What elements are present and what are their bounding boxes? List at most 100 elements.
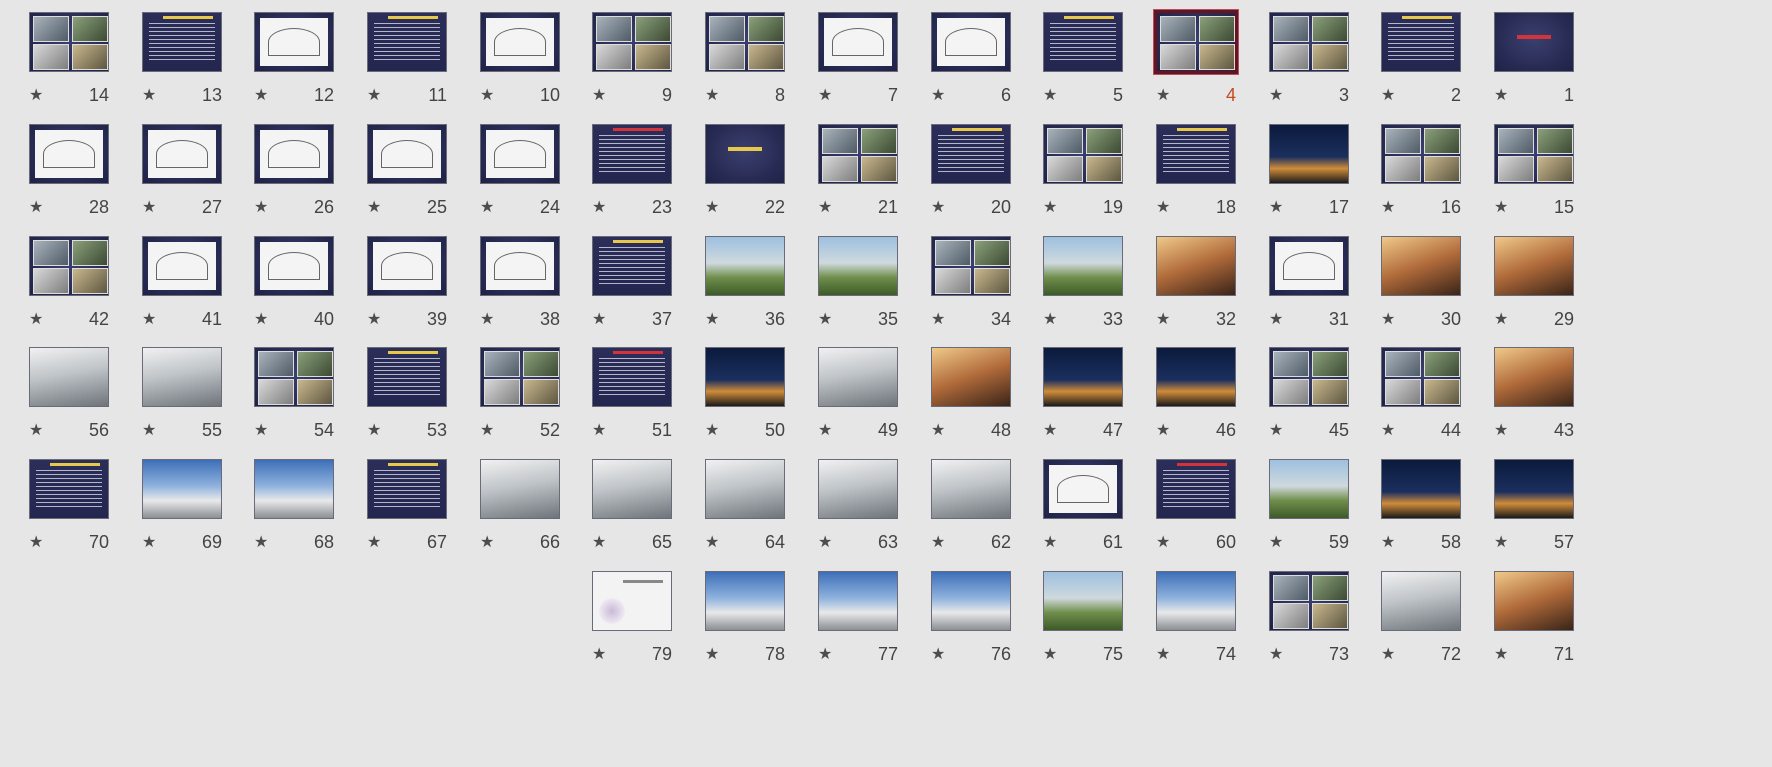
slide-thumbnail[interactable] — [705, 12, 785, 72]
slide-54[interactable]: ★ 54 — [250, 344, 377, 454]
slide-22[interactable]: ★ 22 — [701, 121, 828, 231]
slide-thumbnail[interactable] — [142, 347, 222, 407]
slide-8[interactable]: ★ 8 — [701, 9, 828, 119]
slide-10[interactable]: ★ 10 — [476, 9, 603, 119]
slide-thumbnail[interactable] — [592, 236, 672, 296]
slide-13[interactable]: ★ 13 — [138, 9, 265, 119]
slide-thumbnail[interactable] — [1043, 124, 1123, 184]
slide-thumbnail[interactable] — [254, 347, 334, 407]
slide-30[interactable]: ★ 30 — [1377, 233, 1504, 343]
slide-14[interactable]: ★ 14 — [25, 9, 152, 119]
slide-33[interactable]: ★ 33 — [1039, 233, 1166, 343]
slide-thumbnail[interactable] — [1043, 236, 1123, 296]
slide-79[interactable]: ★ 79 — [588, 568, 715, 678]
slide-thumbnail[interactable] — [367, 236, 447, 296]
slide-41[interactable]: ★ 41 — [138, 233, 265, 343]
slide-thumbnail[interactable] — [931, 459, 1011, 519]
slide-56[interactable]: ★ 56 — [25, 344, 152, 454]
slide-transition-star-icon[interactable]: ★ — [29, 198, 43, 216]
slide-4[interactable]: ★ 4 — [1152, 9, 1279, 119]
slide-thumbnail[interactable] — [705, 124, 785, 184]
slide-9[interactable]: ★ 9 — [588, 9, 715, 119]
slide-67[interactable]: ★ 67 — [363, 456, 490, 566]
slide-26[interactable]: ★ 26 — [250, 121, 377, 231]
slide-thumbnail[interactable] — [1154, 10, 1238, 74]
slide-11[interactable]: ★ 11 — [363, 9, 490, 119]
slide-transition-star-icon[interactable]: ★ — [29, 533, 43, 551]
slide-thumbnail[interactable] — [931, 236, 1011, 296]
slide-44[interactable]: ★ 44 — [1377, 344, 1504, 454]
slide-21[interactable]: ★ 21 — [814, 121, 941, 231]
slide-transition-star-icon[interactable]: ★ — [592, 645, 606, 663]
slide-77[interactable]: ★ 77 — [814, 568, 941, 678]
slide-46[interactable]: ★ 46 — [1152, 344, 1279, 454]
slide-thumbnail[interactable] — [1494, 12, 1574, 72]
slide-60[interactable]: ★ 60 — [1152, 456, 1279, 566]
slide-thumbnail[interactable] — [1381, 459, 1461, 519]
slide-28[interactable]: ★ 28 — [25, 121, 152, 231]
slide-thumbnail[interactable] — [1269, 236, 1349, 296]
slide-47[interactable]: ★ 47 — [1039, 344, 1166, 454]
slide-thumbnail[interactable] — [142, 124, 222, 184]
slide-thumbnail[interactable] — [818, 236, 898, 296]
slide-thumbnail[interactable] — [1043, 459, 1123, 519]
slide-43[interactable]: ★ 43 — [1490, 344, 1617, 454]
slide-thumbnail[interactable] — [1381, 571, 1461, 631]
slide-thumbnail[interactable] — [480, 347, 560, 407]
slide-23[interactable]: ★ 23 — [588, 121, 715, 231]
slide-27[interactable]: ★ 27 — [138, 121, 265, 231]
slide-3[interactable]: ★ 3 — [1265, 9, 1392, 119]
slide-thumbnail[interactable] — [1269, 459, 1349, 519]
slide-2[interactable]: ★ 2 — [1377, 9, 1504, 119]
slide-transition-star-icon[interactable]: ★ — [29, 86, 43, 104]
slide-62[interactable]: ★ 62 — [927, 456, 1054, 566]
slide-20[interactable]: ★ 20 — [927, 121, 1054, 231]
slide-thumbnail[interactable] — [1043, 12, 1123, 72]
slide-39[interactable]: ★ 39 — [363, 233, 490, 343]
slide-75[interactable]: ★ 75 — [1039, 568, 1166, 678]
slide-thumbnail[interactable] — [29, 347, 109, 407]
slide-37[interactable]: ★ 37 — [588, 233, 715, 343]
slide-thumbnail[interactable] — [142, 12, 222, 72]
slide-78[interactable]: ★ 78 — [701, 568, 828, 678]
slide-5[interactable]: ★ 5 — [1039, 9, 1166, 119]
slide-thumbnail[interactable] — [1494, 459, 1574, 519]
slide-66[interactable]: ★ 66 — [476, 456, 603, 566]
slide-36[interactable]: ★ 36 — [701, 233, 828, 343]
slide-thumbnail[interactable] — [480, 124, 560, 184]
slide-34[interactable]: ★ 34 — [927, 233, 1054, 343]
slide-thumbnail[interactable] — [592, 124, 672, 184]
slide-thumbnail[interactable] — [1156, 236, 1236, 296]
slide-thumbnail[interactable] — [931, 347, 1011, 407]
slide-38[interactable]: ★ 38 — [476, 233, 603, 343]
slide-thumbnail[interactable] — [931, 124, 1011, 184]
slide-51[interactable]: ★ 51 — [588, 344, 715, 454]
slide-thumbnail[interactable] — [1156, 124, 1236, 184]
slide-thumbnail[interactable] — [1269, 571, 1349, 631]
slide-thumbnail[interactable] — [29, 124, 109, 184]
slide-69[interactable]: ★ 69 — [138, 456, 265, 566]
slide-thumbnail[interactable] — [705, 236, 785, 296]
slide-7[interactable]: ★ 7 — [814, 9, 941, 119]
slide-thumbnail[interactable] — [1381, 236, 1461, 296]
slide-76[interactable]: ★ 76 — [927, 568, 1054, 678]
slide-74[interactable]: ★ 74 — [1152, 568, 1279, 678]
slide-15[interactable]: ★ 15 — [1490, 121, 1617, 231]
slide-42[interactable]: ★ 42 — [25, 233, 152, 343]
slide-32[interactable]: ★ 32 — [1152, 233, 1279, 343]
slide-25[interactable]: ★ 25 — [363, 121, 490, 231]
slide-48[interactable]: ★ 48 — [927, 344, 1054, 454]
slide-70[interactable]: ★ 70 — [25, 456, 152, 566]
slide-thumbnail[interactable] — [254, 459, 334, 519]
slide-63[interactable]: ★ 63 — [814, 456, 941, 566]
slide-18[interactable]: ★ 18 — [1152, 121, 1279, 231]
slide-thumbnail[interactable] — [1156, 347, 1236, 407]
slide-thumbnail[interactable] — [1494, 236, 1574, 296]
slide-40[interactable]: ★ 40 — [250, 233, 377, 343]
slide-1[interactable]: ★ 1 — [1490, 9, 1617, 119]
slide-thumbnail[interactable] — [931, 571, 1011, 631]
slide-thumbnail[interactable] — [480, 12, 560, 72]
slide-transition-star-icon[interactable]: ★ — [29, 421, 43, 439]
slide-thumbnail[interactable] — [254, 124, 334, 184]
slide-thumbnail[interactable] — [818, 12, 898, 72]
